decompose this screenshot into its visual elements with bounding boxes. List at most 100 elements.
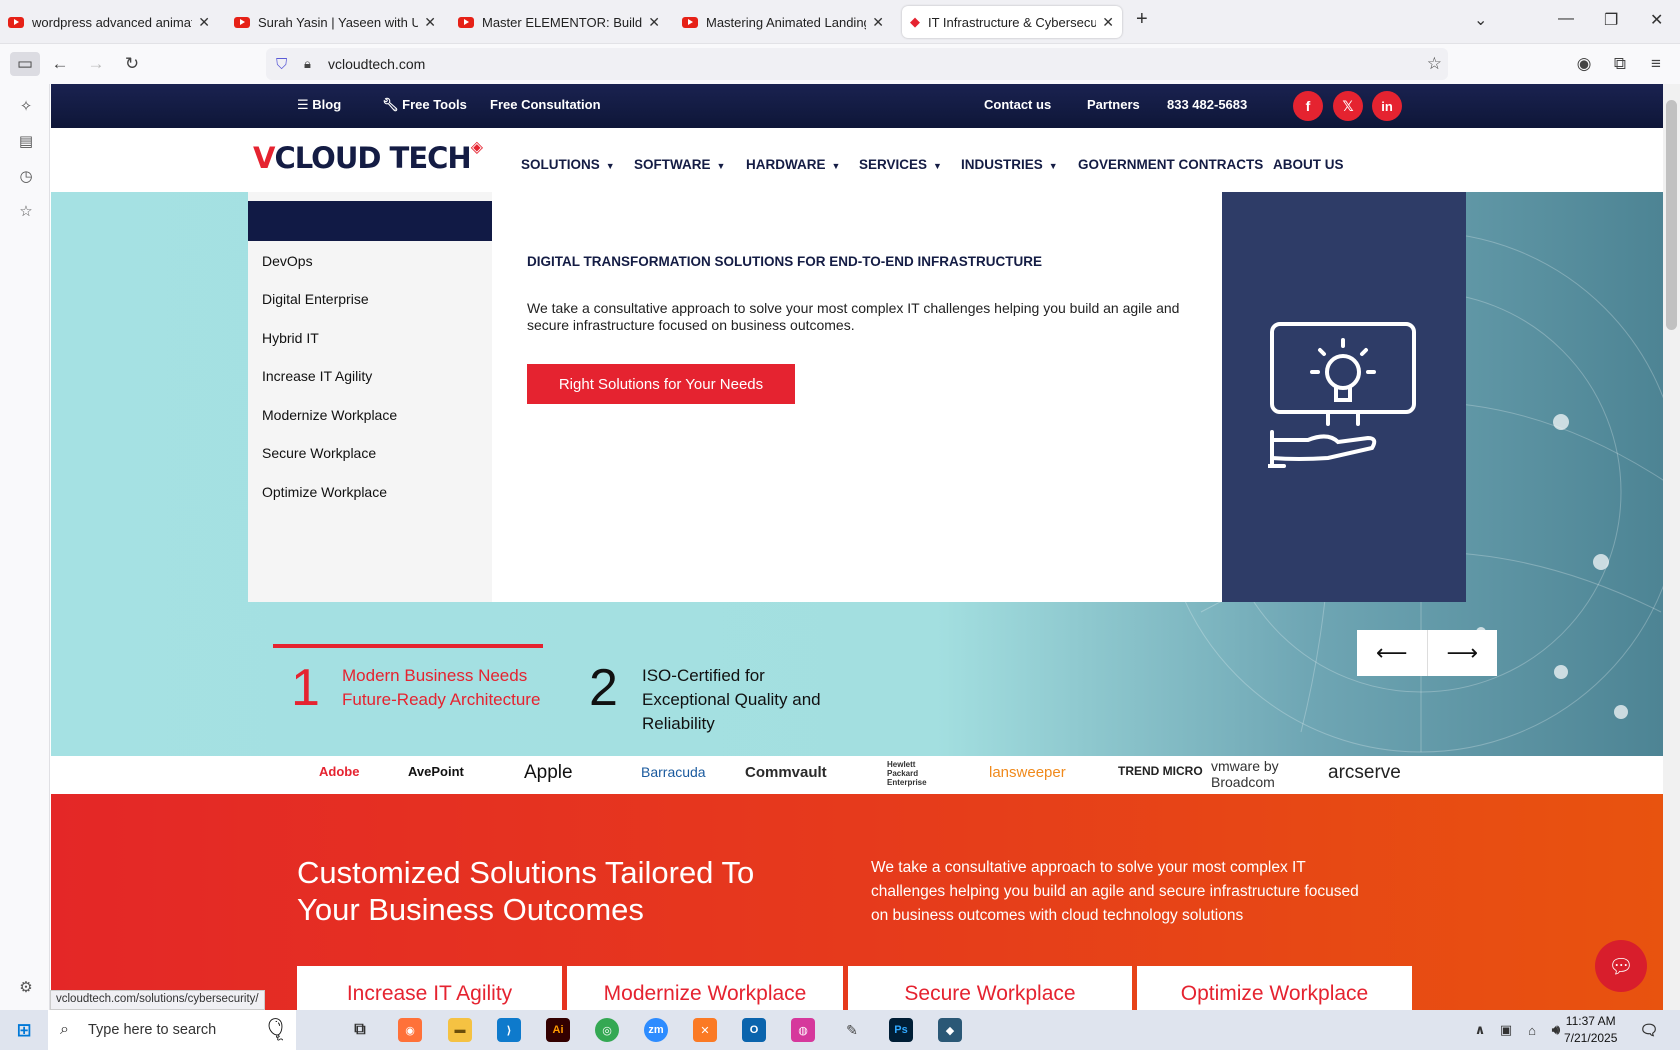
bookmark-star-icon[interactable]: ☆: [1427, 54, 1442, 74]
submenu-item-hybrid-it[interactable]: Hybrid IT: [262, 330, 319, 346]
photoshop-icon[interactable]: Ps: [889, 1018, 913, 1042]
tab-list-chevron-icon[interactable]: ⌄: [1474, 10, 1487, 30]
phone-link[interactable]: 833 482-5683: [1167, 97, 1247, 112]
taskbar-search[interactable]: ⌕ Type here to search 🎈︎: [48, 1010, 296, 1050]
nav-industries[interactable]: INDUSTRIES ▼: [961, 157, 1058, 172]
vscode-icon[interactable]: ⟩: [497, 1018, 521, 1042]
free-consultation-link[interactable]: Free Consultation: [490, 97, 601, 112]
pen-tool-icon[interactable]: ✎: [840, 1018, 864, 1042]
browser-tab-5-active[interactable]: ◆ IT Infrastructure & Cybersecurit ✕: [902, 6, 1122, 38]
card-modernize-workplace[interactable]: Modernize Workplace: [567, 966, 843, 1010]
arrow-left-icon[interactable]: ⟵: [1357, 630, 1428, 676]
windows-start-icon[interactable]: ⊞: [12, 1018, 36, 1042]
browser-tab-4[interactable]: Mastering Animated Landing Pa ✕: [674, 6, 892, 38]
hero-section: DevOps Digital Enterprise Hybrid IT Incr…: [51, 192, 1663, 756]
contact-us-link[interactable]: Contact us: [984, 97, 1051, 112]
tray-app-icon[interactable]: ▣: [1494, 1018, 1518, 1042]
tray-chevron-icon[interactable]: ∧: [1468, 1018, 1492, 1042]
ai-chatbot-icon[interactable]: ✧: [17, 97, 35, 115]
account-icon[interactable]: ◉: [1570, 52, 1598, 76]
linkedin-icon[interactable]: in: [1372, 91, 1402, 121]
close-tab-icon[interactable]: ✕: [424, 14, 436, 31]
chrome-icon[interactable]: ◎: [595, 1018, 619, 1042]
task-view-icon[interactable]: ⧉: [348, 1018, 372, 1042]
card-secure-workplace[interactable]: Secure Workplace: [848, 966, 1132, 1010]
slide-1-text[interactable]: Modern Business Needs Future-Ready Archi…: [342, 664, 542, 712]
sidebar-toggle-icon[interactable]: ▭: [10, 52, 40, 76]
slide-2-text[interactable]: ISO-Certified for Exceptional Quality an…: [642, 664, 852, 736]
minimize-icon[interactable]: —: [1558, 10, 1574, 28]
new-tab-icon[interactable]: +: [1136, 8, 1148, 31]
youtube-icon: [8, 16, 24, 28]
firefox-icon[interactable]: ◉: [398, 1018, 422, 1042]
hpe-logo: Hewlett Packard Enterprise: [887, 760, 927, 787]
extensions-icon[interactable]: ⧉: [1606, 52, 1634, 76]
browser-sidebar: ✧ ▤ ◷ ☆ ⚙: [0, 84, 50, 1010]
menu-icon[interactable]: ≡: [1642, 52, 1670, 76]
chat-bubble-icon[interactable]: 💬︎: [1595, 940, 1647, 992]
nav-label: INDUSTRIES: [961, 157, 1043, 172]
right-solutions-button[interactable]: Right Solutions for Your Needs: [527, 364, 795, 404]
close-tab-icon[interactable]: ✕: [1102, 14, 1114, 31]
caret-down-icon: ▼: [933, 161, 942, 171]
maximize-icon[interactable]: ❐: [1604, 10, 1618, 30]
system-clock[interactable]: 11:37 AM 7/21/2025: [1564, 1013, 1617, 1047]
submenu-item-digital-enterprise[interactable]: Digital Enterprise: [262, 291, 369, 307]
file-explorer-icon[interactable]: ▬: [448, 1018, 472, 1042]
forward-icon[interactable]: →: [82, 52, 110, 76]
close-window-icon[interactable]: ✕: [1650, 10, 1663, 30]
page-scrollbar[interactable]: [1663, 84, 1680, 1010]
submenu-item-secure-workplace[interactable]: Secure Workplace: [262, 445, 376, 461]
trend-micro-logo: TREND MICRO: [1118, 764, 1203, 778]
submenu-item-modernize-workplace[interactable]: Modernize Workplace: [262, 407, 397, 423]
app-icon[interactable]: ◆: [938, 1018, 962, 1042]
xampp-icon[interactable]: ✕: [693, 1018, 717, 1042]
settings-gear-icon[interactable]: ⚙: [17, 978, 35, 996]
lock-icon[interactable]: 🔒︎: [304, 56, 311, 72]
nav-label: HARDWARE: [746, 157, 826, 172]
zoom-icon[interactable]: zm: [644, 1018, 668, 1042]
close-tab-icon[interactable]: ✕: [648, 14, 660, 31]
back-icon[interactable]: ←: [46, 52, 74, 76]
history-icon[interactable]: ◷: [17, 167, 35, 185]
reload-icon[interactable]: ↻: [118, 52, 146, 76]
caret-down-icon: ▼: [1048, 161, 1058, 171]
nav-solutions[interactable]: SOLUTIONS ▼: [521, 157, 615, 172]
creative-cloud-icon[interactable]: ◍: [791, 1018, 815, 1042]
active-slide-indicator: [273, 644, 543, 648]
nav-about-us[interactable]: ABOUT US: [1273, 157, 1344, 172]
notifications-icon[interactable]: 🗨︎: [1637, 1018, 1661, 1042]
submenu-item-increase-it-agility[interactable]: Increase IT Agility: [262, 368, 372, 384]
close-tab-icon[interactable]: ✕: [872, 14, 884, 31]
nav-government-contracts[interactable]: GOVERNMENT CONTRACTS: [1078, 157, 1263, 172]
scrollbar-thumb[interactable]: [1666, 100, 1677, 330]
browser-tab-3[interactable]: Master ELEMENTOR: Build a Re ✕: [450, 6, 668, 38]
logo-v: V: [253, 141, 275, 175]
card-increase-it-agility[interactable]: Increase IT Agility: [297, 966, 562, 1010]
synced-tabs-icon[interactable]: ▤: [17, 132, 35, 150]
x-twitter-icon[interactable]: 𝕏: [1333, 91, 1363, 121]
submenu-item-devops[interactable]: DevOps: [262, 253, 313, 269]
shield-icon[interactable]: ⛉: [276, 56, 287, 73]
submenu-item-optimize-workplace[interactable]: Optimize Workplace: [262, 484, 387, 500]
vcloud-tech-logo[interactable]: VCLOUD TECH◈: [253, 137, 483, 175]
free-tools-link[interactable]: 🔧︎ Free Tools: [382, 97, 467, 113]
solutions-section: Customized Solutions Tailored To Your Bu…: [51, 794, 1663, 1010]
partners-link[interactable]: Partners: [1087, 97, 1140, 112]
blog-link[interactable]: ☰ Blog: [297, 97, 341, 113]
card-optimize-workplace[interactable]: Optimize Workplace: [1137, 966, 1412, 1010]
outlook-icon[interactable]: O: [742, 1018, 766, 1042]
bookmarks-icon[interactable]: ☆: [17, 202, 35, 220]
browser-tab-1[interactable]: wordpress advanced animation ✕: [0, 6, 218, 38]
network-icon[interactable]: ⌂: [1520, 1018, 1544, 1042]
close-tab-icon[interactable]: ✕: [198, 14, 210, 31]
browser-tab-2[interactable]: Surah Yasin | Yaseen with Urdu T ✕: [226, 6, 444, 38]
nav-services[interactable]: SERVICES ▼: [859, 157, 942, 172]
tab-strip: wordpress advanced animation ✕ Surah Yas…: [0, 0, 1680, 44]
illustrator-icon[interactable]: Ai: [546, 1018, 570, 1042]
facebook-icon[interactable]: f: [1293, 91, 1323, 121]
address-bar[interactable]: ⛉ 🔒︎ vcloudtech.com ☆: [266, 48, 1448, 80]
nav-software[interactable]: SOFTWARE ▼: [634, 157, 725, 172]
nav-hardware[interactable]: HARDWARE ▼: [746, 157, 840, 172]
arrow-right-icon[interactable]: ⟶: [1428, 630, 1498, 676]
